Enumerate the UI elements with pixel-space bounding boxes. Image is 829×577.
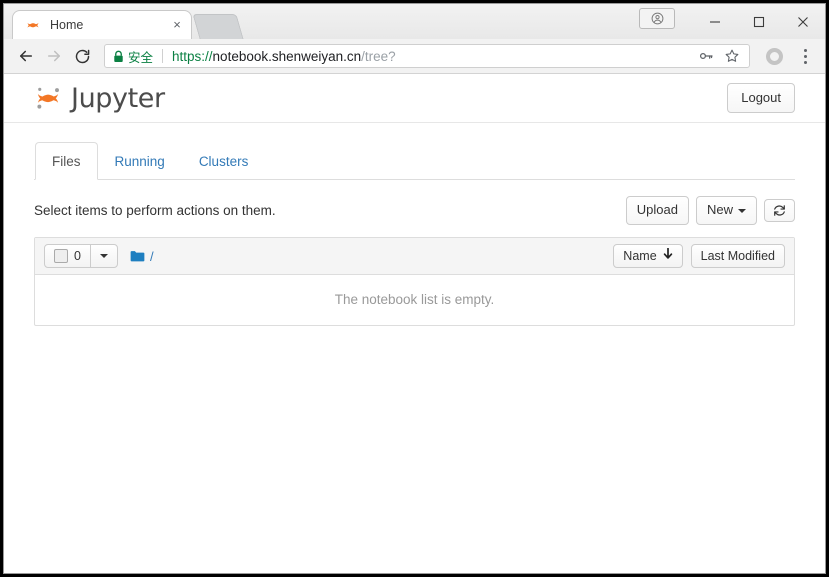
- browser-tab-home[interactable]: Home ×: [12, 10, 192, 39]
- new-dropdown-button[interactable]: New: [695, 196, 757, 226]
- new-tab-button[interactable]: [192, 14, 244, 39]
- url-scheme: https://: [172, 48, 213, 64]
- logout-button[interactable]: Logout: [727, 82, 795, 114]
- reload-button[interactable]: [68, 42, 96, 70]
- omnibox-icons: [693, 45, 745, 67]
- tab-clusters[interactable]: Clusters: [182, 142, 266, 180]
- notebook-list-panel: 0 / Name Last Modified The notebook list…: [34, 237, 795, 327]
- browser-window: Home × 安全 https://notebook.shenweiyan.cn…: [3, 3, 826, 574]
- window-controls: [639, 4, 825, 39]
- browser-tab-close-icon[interactable]: ×: [169, 17, 185, 33]
- window-close-button[interactable]: [781, 6, 825, 38]
- account-circle-icon[interactable]: [766, 47, 783, 65]
- jupyter-logo-icon: [33, 83, 63, 113]
- window-maximize-button[interactable]: [737, 6, 781, 38]
- toolbar-right-group: [756, 43, 817, 69]
- jupyter-header: Jupyter Logout: [4, 74, 825, 123]
- chevron-down-icon: [738, 208, 746, 213]
- jupyter-brand-link[interactable]: Jupyter: [33, 83, 727, 114]
- notebook-list-empty-message: The notebook list is empty.: [334, 292, 495, 308]
- browser-tab-title: Home: [50, 18, 84, 32]
- star-icon[interactable]: [719, 45, 745, 67]
- refresh-icon: [773, 204, 786, 217]
- selection-hint: Select items to perform actions on them.: [34, 203, 276, 219]
- security-label: 安全: [128, 50, 154, 65]
- sort-by-name-button[interactable]: Name: [613, 244, 683, 269]
- sort-by-last-modified-button[interactable]: Last Modified: [690, 244, 785, 269]
- chevron-down-icon: [99, 254, 108, 259]
- jupyter-tab-bar: Files Running Clusters: [34, 142, 795, 181]
- profile-badge-button[interactable]: [639, 8, 675, 29]
- selection-control-group: 0: [44, 244, 118, 269]
- key-icon[interactable]: [693, 45, 719, 67]
- tab-running[interactable]: Running: [98, 142, 182, 180]
- jupyter-body: Files Running Clusters Select items to p…: [4, 142, 825, 327]
- address-bar-url: https://notebook.shenweiyan.cn/tree?: [172, 49, 693, 64]
- tab-files[interactable]: Files: [35, 142, 98, 181]
- forward-button: [40, 42, 68, 70]
- security-indicator[interactable]: 安全: [113, 47, 153, 66]
- folder-icon: [130, 250, 145, 263]
- jupyter-wordmark: Jupyter: [71, 82, 165, 114]
- address-bar[interactable]: 安全 https://notebook.shenweiyan.cn/tree?: [104, 44, 750, 68]
- browser-toolbar: 安全 https://notebook.shenweiyan.cn/tree?: [4, 39, 825, 74]
- browser-tab-strip: Home ×: [4, 4, 825, 39]
- jupyter-favicon-icon: [25, 17, 41, 33]
- three-dot-menu-icon[interactable]: [793, 43, 817, 69]
- list-sorters: Name Last Modified: [605, 244, 785, 269]
- url-path: /tree?: [361, 48, 396, 64]
- back-button[interactable]: [12, 42, 40, 70]
- files-toolbar: Select items to perform actions on them.…: [34, 196, 795, 226]
- breadcrumb: /: [130, 249, 605, 264]
- checkbox-icon: [54, 249, 68, 264]
- arrow-down-icon: [663, 248, 673, 264]
- window-minimize-button[interactable]: [693, 6, 737, 38]
- notebook-list-header: 0 / Name Last Modified: [35, 238, 794, 276]
- refresh-button[interactable]: [764, 199, 795, 223]
- omnibox-separator: [162, 49, 164, 63]
- url-host: notebook.shenweiyan.cn: [212, 48, 362, 64]
- lock-icon: [113, 50, 124, 63]
- selection-dropdown-button[interactable]: [89, 244, 118, 269]
- sort-name-label: Name: [623, 249, 657, 264]
- files-toolbar-actions: Upload New: [619, 196, 795, 226]
- page-viewport: Jupyter Logout Files Running Clusters Se…: [4, 74, 825, 573]
- upload-button[interactable]: Upload: [625, 196, 689, 226]
- selected-count: 0: [74, 249, 81, 264]
- select-all-checkbox[interactable]: 0: [44, 244, 91, 269]
- breadcrumb-root[interactable]: /: [150, 249, 154, 264]
- new-dropdown-label: New: [706, 202, 733, 218]
